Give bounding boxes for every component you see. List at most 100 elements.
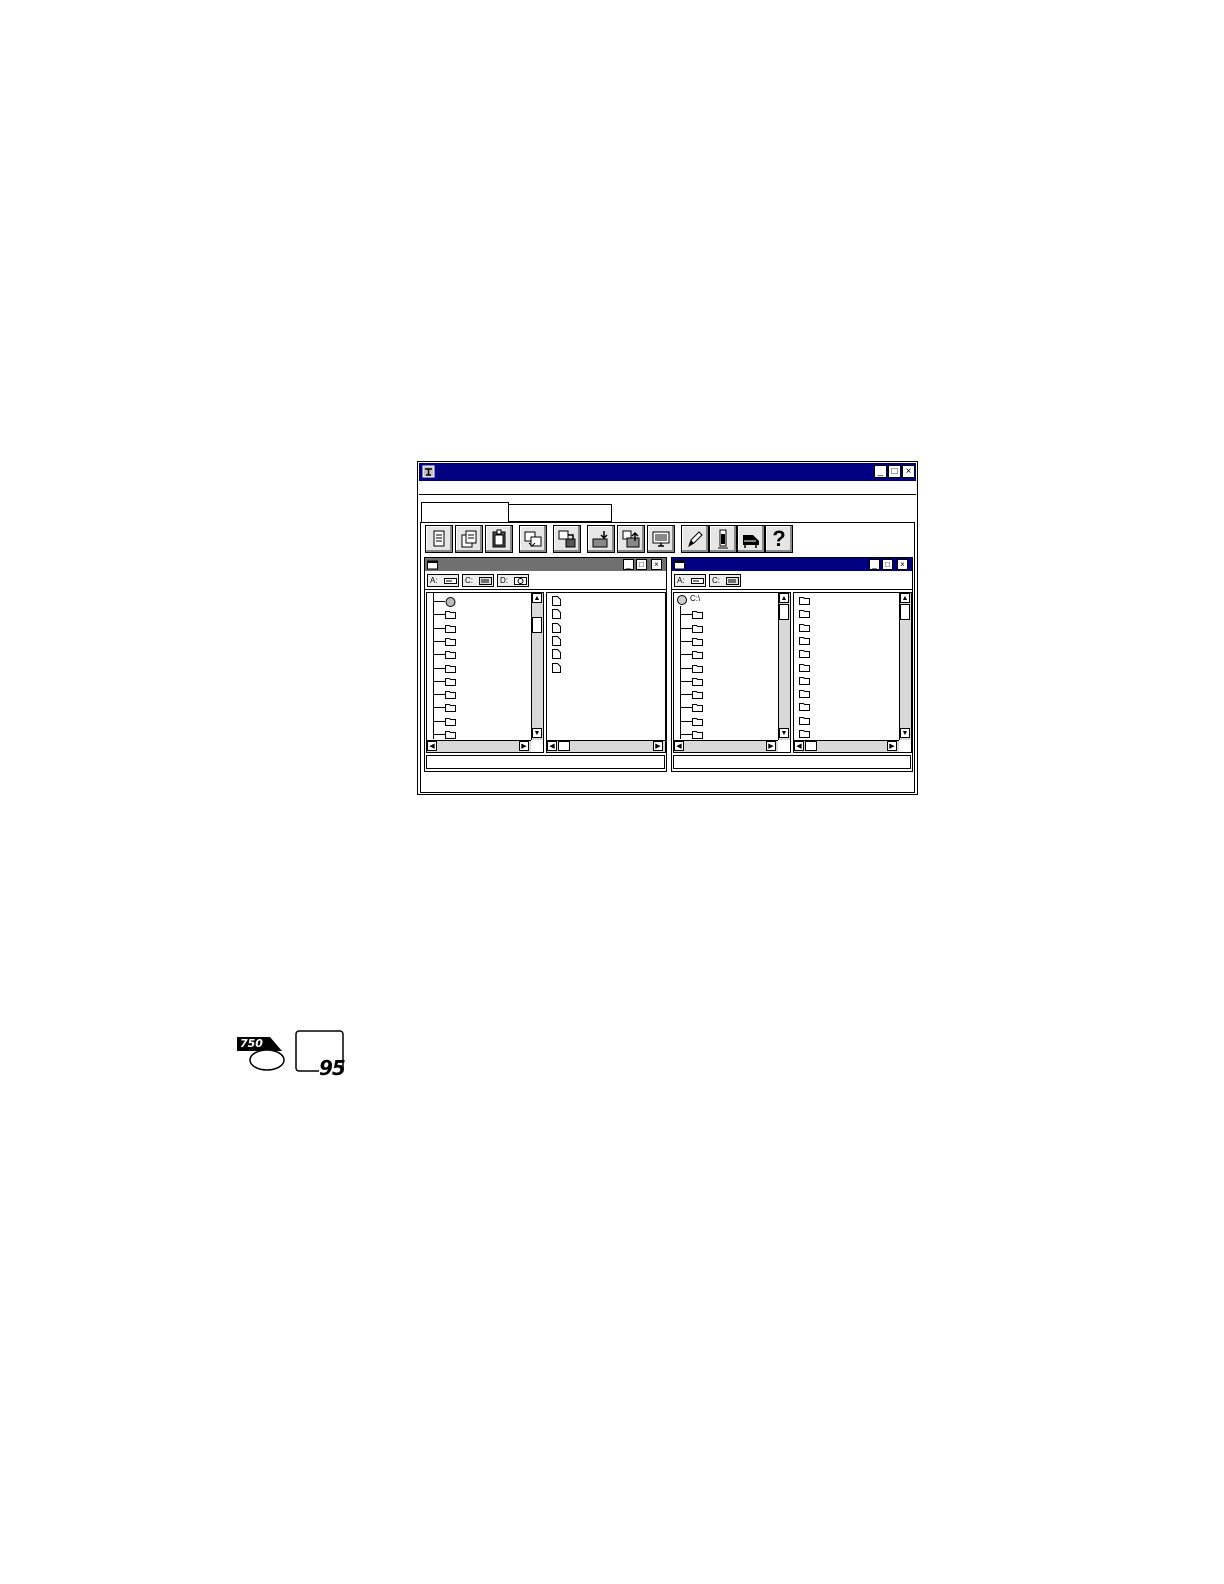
tab-1[interactable] bbox=[421, 502, 509, 522]
file-icon[interactable] bbox=[552, 662, 561, 675]
toolbar-button-10[interactable] bbox=[709, 525, 737, 553]
close-button[interactable]: × bbox=[902, 465, 915, 478]
folder-icon[interactable] bbox=[692, 610, 703, 621]
right-drive-c-button[interactable]: C: bbox=[709, 574, 741, 587]
file-icon[interactable] bbox=[552, 635, 561, 648]
scroll-right-button[interactable]: ▶ bbox=[766, 741, 776, 751]
tree-connector bbox=[680, 734, 692, 735]
folder-icon[interactable] bbox=[445, 703, 456, 714]
scroll-left-button[interactable]: ◀ bbox=[427, 741, 437, 751]
title-bar[interactable]: _ □ × bbox=[419, 463, 916, 481]
left-window-maximize-button[interactable]: □ bbox=[636, 559, 647, 570]
scroll-left-button[interactable]: ◀ bbox=[794, 741, 804, 751]
folder-icon[interactable] bbox=[692, 637, 703, 648]
scroll-thumb[interactable] bbox=[532, 617, 542, 633]
folder-icon[interactable] bbox=[692, 677, 703, 688]
right-window-close-button[interactable]: × bbox=[897, 559, 908, 570]
folder-icon[interactable] bbox=[799, 609, 810, 620]
left-tree-vertical-scrollbar[interactable]: ▲ ▼ bbox=[531, 593, 543, 740]
folder-icon[interactable] bbox=[799, 676, 810, 687]
folder-icon[interactable] bbox=[799, 636, 810, 647]
right-drive-a-button[interactable]: A: bbox=[674, 574, 706, 587]
left-window-close-button[interactable]: × bbox=[651, 559, 662, 570]
folder-icon[interactable] bbox=[692, 650, 703, 661]
right-window-title-bar[interactable]: _ □ × bbox=[672, 558, 912, 571]
toolbar-button-1[interactable] bbox=[425, 525, 453, 553]
file-icon[interactable] bbox=[552, 622, 561, 635]
toolbar-button-7[interactable] bbox=[617, 525, 645, 553]
folder-icon[interactable] bbox=[692, 717, 703, 728]
right-window-minimize-button[interactable]: _ bbox=[869, 559, 880, 570]
scroll-up-button[interactable]: ▲ bbox=[532, 593, 542, 603]
maximize-button[interactable]: □ bbox=[888, 465, 901, 478]
scroll-thumb[interactable] bbox=[558, 741, 570, 751]
folder-icon[interactable] bbox=[692, 624, 703, 635]
scroll-right-button[interactable]: ▶ bbox=[653, 741, 663, 751]
scroll-right-button[interactable]: ▶ bbox=[519, 741, 529, 751]
right-folder-tree-pane[interactable]: C:\ ▲ ▼ ◀ ▶ bbox=[673, 592, 791, 753]
left-file-list-pane[interactable]: ◀ ▶ bbox=[546, 592, 666, 753]
scroll-thumb[interactable] bbox=[900, 604, 910, 620]
left-drive-d-button[interactable]: D: bbox=[497, 574, 529, 587]
folder-icon[interactable] bbox=[445, 624, 456, 635]
file-icon[interactable] bbox=[552, 596, 561, 608]
toolbar-button-3[interactable] bbox=[485, 525, 513, 553]
scroll-thumb[interactable] bbox=[805, 741, 817, 751]
drive-root-icon[interactable] bbox=[445, 597, 456, 609]
folder-icon[interactable] bbox=[692, 664, 703, 675]
folder-icon[interactable] bbox=[799, 689, 810, 700]
app-icon[interactable] bbox=[422, 465, 435, 478]
scroll-down-button[interactable]: ▼ bbox=[779, 728, 789, 738]
folder-icon[interactable] bbox=[692, 690, 703, 701]
scroll-down-button[interactable]: ▼ bbox=[532, 728, 542, 738]
toolbar-button-11[interactable] bbox=[737, 525, 765, 553]
left-tree-horizontal-scrollbar[interactable]: ◀ ▶ bbox=[427, 740, 531, 752]
right-tree-vertical-scrollbar[interactable]: ▲ ▼ bbox=[778, 593, 790, 740]
toolbar-button-4[interactable] bbox=[519, 525, 547, 553]
right-window-maximize-button[interactable]: □ bbox=[882, 559, 893, 570]
toolbar-button-6[interactable] bbox=[587, 525, 615, 553]
left-drive-c-button[interactable]: C: bbox=[462, 574, 494, 587]
left-window-minimize-button[interactable]: _ bbox=[623, 559, 634, 570]
right-file-list-pane[interactable]: ▲ ▼ ◀ ▶ bbox=[793, 592, 912, 753]
folder-icon[interactable] bbox=[445, 717, 456, 728]
scroll-left-button[interactable]: ◀ bbox=[547, 741, 557, 751]
toolbar-button-8[interactable] bbox=[647, 525, 675, 553]
scroll-right-button[interactable]: ▶ bbox=[887, 741, 897, 751]
right-files-horizontal-scrollbar[interactable]: ◀ ▶ bbox=[794, 740, 899, 752]
left-folder-tree-pane[interactable]: ▲ ▼ ◀ ▶ bbox=[426, 592, 544, 753]
folder-icon[interactable] bbox=[445, 650, 456, 661]
scroll-down-button[interactable]: ▼ bbox=[900, 728, 910, 738]
right-files-vertical-scrollbar[interactable]: ▲ ▼ bbox=[899, 593, 911, 740]
scroll-up-button[interactable]: ▲ bbox=[900, 593, 910, 603]
folder-icon[interactable] bbox=[799, 596, 810, 607]
toolbar-button-2[interactable] bbox=[455, 525, 483, 553]
scroll-thumb[interactable] bbox=[779, 604, 789, 620]
folder-icon[interactable] bbox=[692, 703, 703, 714]
scroll-up-button[interactable]: ▲ bbox=[779, 593, 789, 603]
left-drive-a-button[interactable]: A: bbox=[427, 574, 459, 587]
folder-icon[interactable] bbox=[799, 649, 810, 660]
toolbar-button-help[interactable]: ? bbox=[765, 525, 793, 553]
folder-icon[interactable] bbox=[799, 716, 810, 727]
folder-icon[interactable] bbox=[799, 623, 810, 634]
toolbar-button-9[interactable] bbox=[681, 525, 709, 553]
left-files-horizontal-scrollbar[interactable]: ◀ ▶ bbox=[547, 740, 665, 752]
folder-icon[interactable] bbox=[799, 702, 810, 713]
toolbar-button-5[interactable] bbox=[553, 525, 581, 553]
folder-icon[interactable] bbox=[799, 729, 810, 740]
file-icon[interactable] bbox=[552, 609, 561, 621]
folder-icon[interactable] bbox=[445, 677, 456, 688]
tree-connector bbox=[433, 667, 445, 669]
tab-2[interactable] bbox=[508, 504, 612, 522]
file-icon[interactable] bbox=[552, 649, 561, 661]
folder-icon[interactable] bbox=[799, 663, 810, 674]
right-tree-horizontal-scrollbar[interactable]: ◀ ▶ bbox=[674, 740, 778, 752]
folder-icon[interactable] bbox=[445, 637, 456, 648]
folder-icon[interactable] bbox=[445, 610, 456, 621]
left-window-title-bar[interactable]: _ □ × bbox=[425, 558, 666, 571]
folder-icon[interactable] bbox=[445, 664, 456, 675]
minimize-button[interactable]: _ bbox=[874, 465, 887, 478]
folder-icon[interactable] bbox=[445, 690, 456, 701]
scroll-left-button[interactable]: ◀ bbox=[674, 741, 684, 751]
